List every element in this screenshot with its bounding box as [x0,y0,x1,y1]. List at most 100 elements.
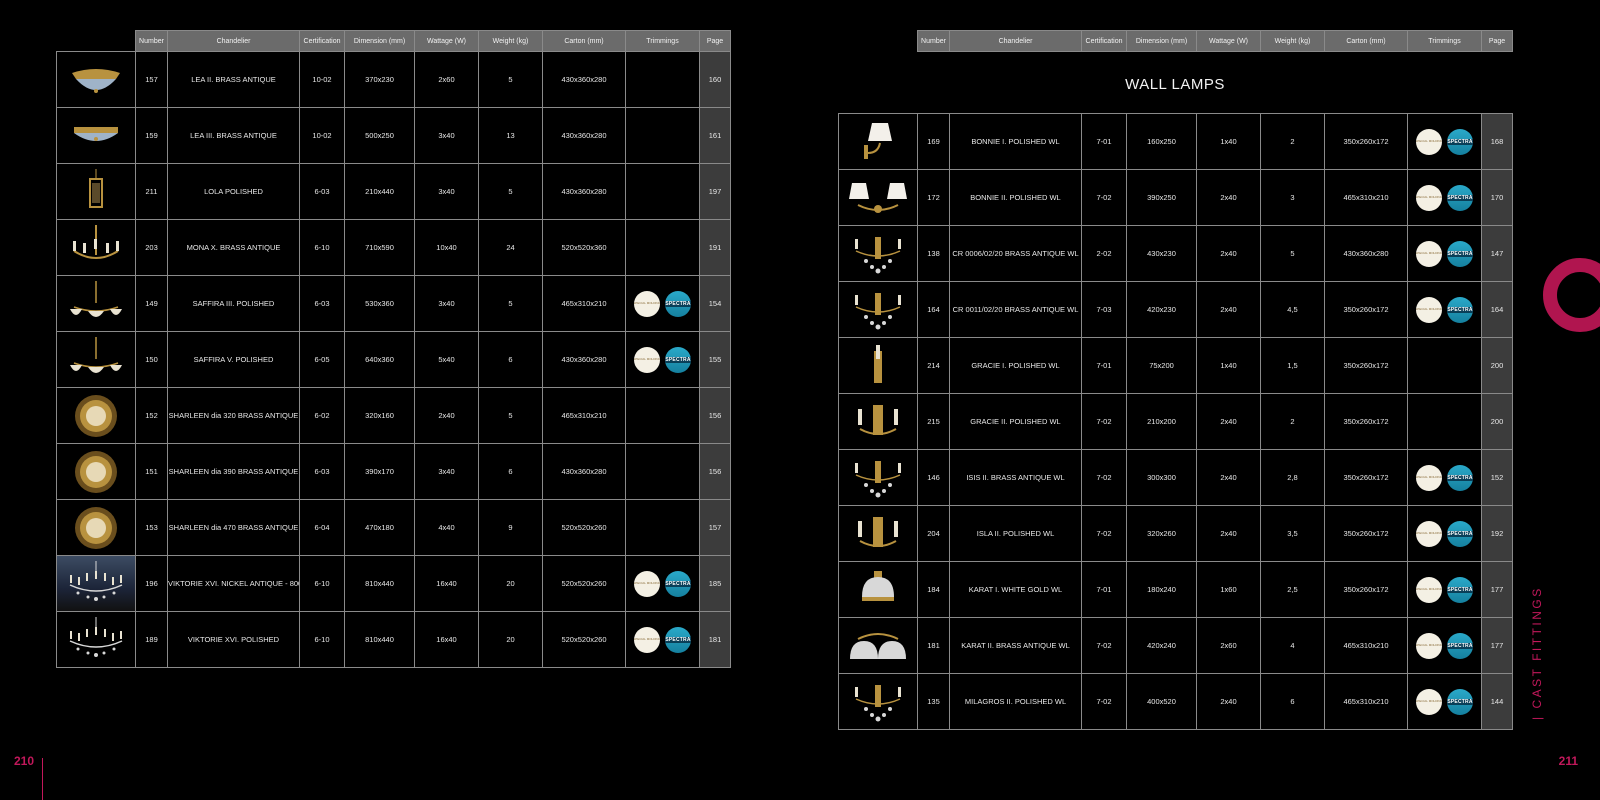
page-cell: 177 [1481,617,1513,674]
table-row: 138 CR 0006/02/20 BRASS ANTIQUE WL 2-02 430… [838,225,1513,282]
dimension-header: Dimension (mm) [1126,30,1197,52]
product-image-cell [838,113,918,170]
trimmings-cell [625,107,700,164]
table-header: Number Chandelier Certification Dimensio… [839,30,1513,52]
weight-cell: 2 [1260,393,1325,450]
right-table-body: 169 BONNIE I. POLISHED WL 7-01 160x250 1x40 2… [838,113,1513,730]
spectra-logo-icon: SPECTRA [1447,632,1473,659]
right-page: WALL LAMPS Number Chandelier Certificati… [800,0,1600,800]
watt-cell: 2x40 [1196,393,1261,450]
page-cell: 185 [699,555,731,612]
double-shade-wall-lamp-icon [842,174,914,222]
product-image-cell [56,387,136,444]
number-cell: 196 [135,555,168,612]
cert-cell: 7-01 [1081,113,1127,170]
cert-cell: 6-03 [299,275,345,332]
product-image-cell [56,611,136,668]
watt-cell: 2x40 [1196,505,1261,562]
weight-cell: 6 [478,443,543,500]
weight-header: Weight (kg) [478,30,543,52]
name-cell: BONNIE II. POLISHED WL [949,169,1082,226]
trimmings-badges: SPECIAL MOLDING SPECTRA [1409,240,1481,267]
spectra-logo-text: SPECTRA [1447,138,1473,145]
certificate-seal-text: SPECIAL MOLDING [1416,643,1442,647]
name-cell: ISIS II. BRASS ANTIQUE WL [949,449,1082,506]
ornate-ceiling-icon [60,504,132,552]
weight-cell: 2 [1260,113,1325,170]
cert-cell: 6-10 [299,555,345,612]
number-header: Number [135,30,168,52]
cert-cell: 6-05 [299,331,345,388]
spectra-logo-text: SPECTRA [1447,698,1473,705]
trimmings-cell: SPECIAL MOLDING SPECTRA [1407,113,1482,170]
watt-cell: 1x40 [1196,337,1261,394]
number-cell: 135 [917,673,950,730]
product-image-cell [56,499,136,556]
page-cell: 192 [1481,505,1513,562]
number-cell: 189 [135,611,168,668]
page-cell: 170 [1481,169,1513,226]
spectra-logo-text: SPECTRA [665,580,691,587]
product-image-cell [56,163,136,220]
certificate-seal-icon: SPECIAL MOLDING [634,346,660,373]
spectra-logo-icon: SPECTRA [665,570,691,597]
table-row: 189 VIKTORIE XVI. POLISHED 6-10 810x440 16x4… [56,611,731,668]
shade-wall-lamp-icon [842,118,914,166]
spectra-logo-icon: SPECTRA [1447,464,1473,491]
carton-cell: 430x360x280 [1324,225,1408,282]
page-cell: 160 [699,51,731,108]
table-row: 214 GRACIE I. POLISHED WL 7-01 75x200 1x40 1,… [838,337,1513,394]
number-cell: 211 [135,163,168,220]
trimmings-header: Trimmings [1407,30,1482,52]
chandelier-header: Chandelier [167,30,300,52]
trimmings-badges: SPECIAL MOLDING SPECTRA [1409,296,1481,323]
page-cell: 181 [699,611,731,668]
table-row: 151 SHARLEEN dia 390 BRASS ANTIQUE 6-03 390… [56,443,731,500]
cert-cell: 7-03 [1081,281,1127,338]
cert-cell: 6-02 [299,387,345,444]
spectra-logo-text: SPECTRA [1447,586,1473,593]
trimmings-cell: SPECIAL MOLDING SPECTRA [1407,617,1482,674]
table-row: 149 SAFFIRA III. POLISHED 6-03 530x360 3x40 5… [56,275,731,332]
cert-cell: 7-01 [1081,561,1127,618]
name-cell: KARAT I. WHITE GOLD WL [949,561,1082,618]
carton-cell: 465x310x210 [1324,169,1408,226]
double-candle-wall-lamp-icon [842,510,914,558]
trimmings-badges: SPECIAL MOLDING SPECTRA [1409,464,1481,491]
cert-cell: 6-03 [299,443,345,500]
ornate-ceiling-icon [60,448,132,496]
cert-cell: 7-02 [1081,617,1127,674]
cert-cell: 7-02 [1081,393,1127,450]
carton-cell: 520x520x260 [542,555,626,612]
number-cell: 138 [917,225,950,282]
table-row: 196 VIKTORIE XVI. NICKEL ANTIQUE - 8006 6-… [56,555,731,612]
watt-cell: 2x40 [1196,281,1261,338]
carton-cell: 430x360x280 [542,107,626,164]
carton-cell: 350x260x172 [1324,393,1408,450]
carton-cell: 520x520x260 [542,499,626,556]
trimmings-badges: SPECIAL MOLDING SPECTRA [1409,632,1481,659]
bowl-chandelier-icon [60,280,132,328]
weight-cell: 5 [478,387,543,444]
spectra-logo-icon: SPECTRA [1447,184,1473,211]
spectra-logo-icon: SPECTRA [1447,240,1473,267]
name-cell: SAFFIRA V. POLISHED [167,331,300,388]
image-header [57,31,136,52]
carton-cell: 430x360x280 [542,443,626,500]
spectra-logo-icon: SPECTRA [665,626,691,653]
number-cell: 214 [917,337,950,394]
spectra-logo-text: SPECTRA [1447,306,1473,313]
product-image-cell [56,331,136,388]
candle-chandelier-icon [60,224,132,272]
weight-cell: 9 [478,499,543,556]
number-cell: 172 [917,169,950,226]
name-cell: LEA II. BRASS ANTIQUE [167,51,300,108]
right-page-number: 211 [1558,754,1578,768]
carton-cell: 465x310x210 [542,387,626,444]
page-cell: 155 [699,331,731,388]
watt-cell: 2x60 [1196,617,1261,674]
spectra-logo-text: SPECTRA [665,300,691,307]
page-cell: 157 [699,499,731,556]
title-spacer [839,52,1513,114]
trimmings-cell: SPECIAL MOLDING SPECTRA [625,275,700,332]
